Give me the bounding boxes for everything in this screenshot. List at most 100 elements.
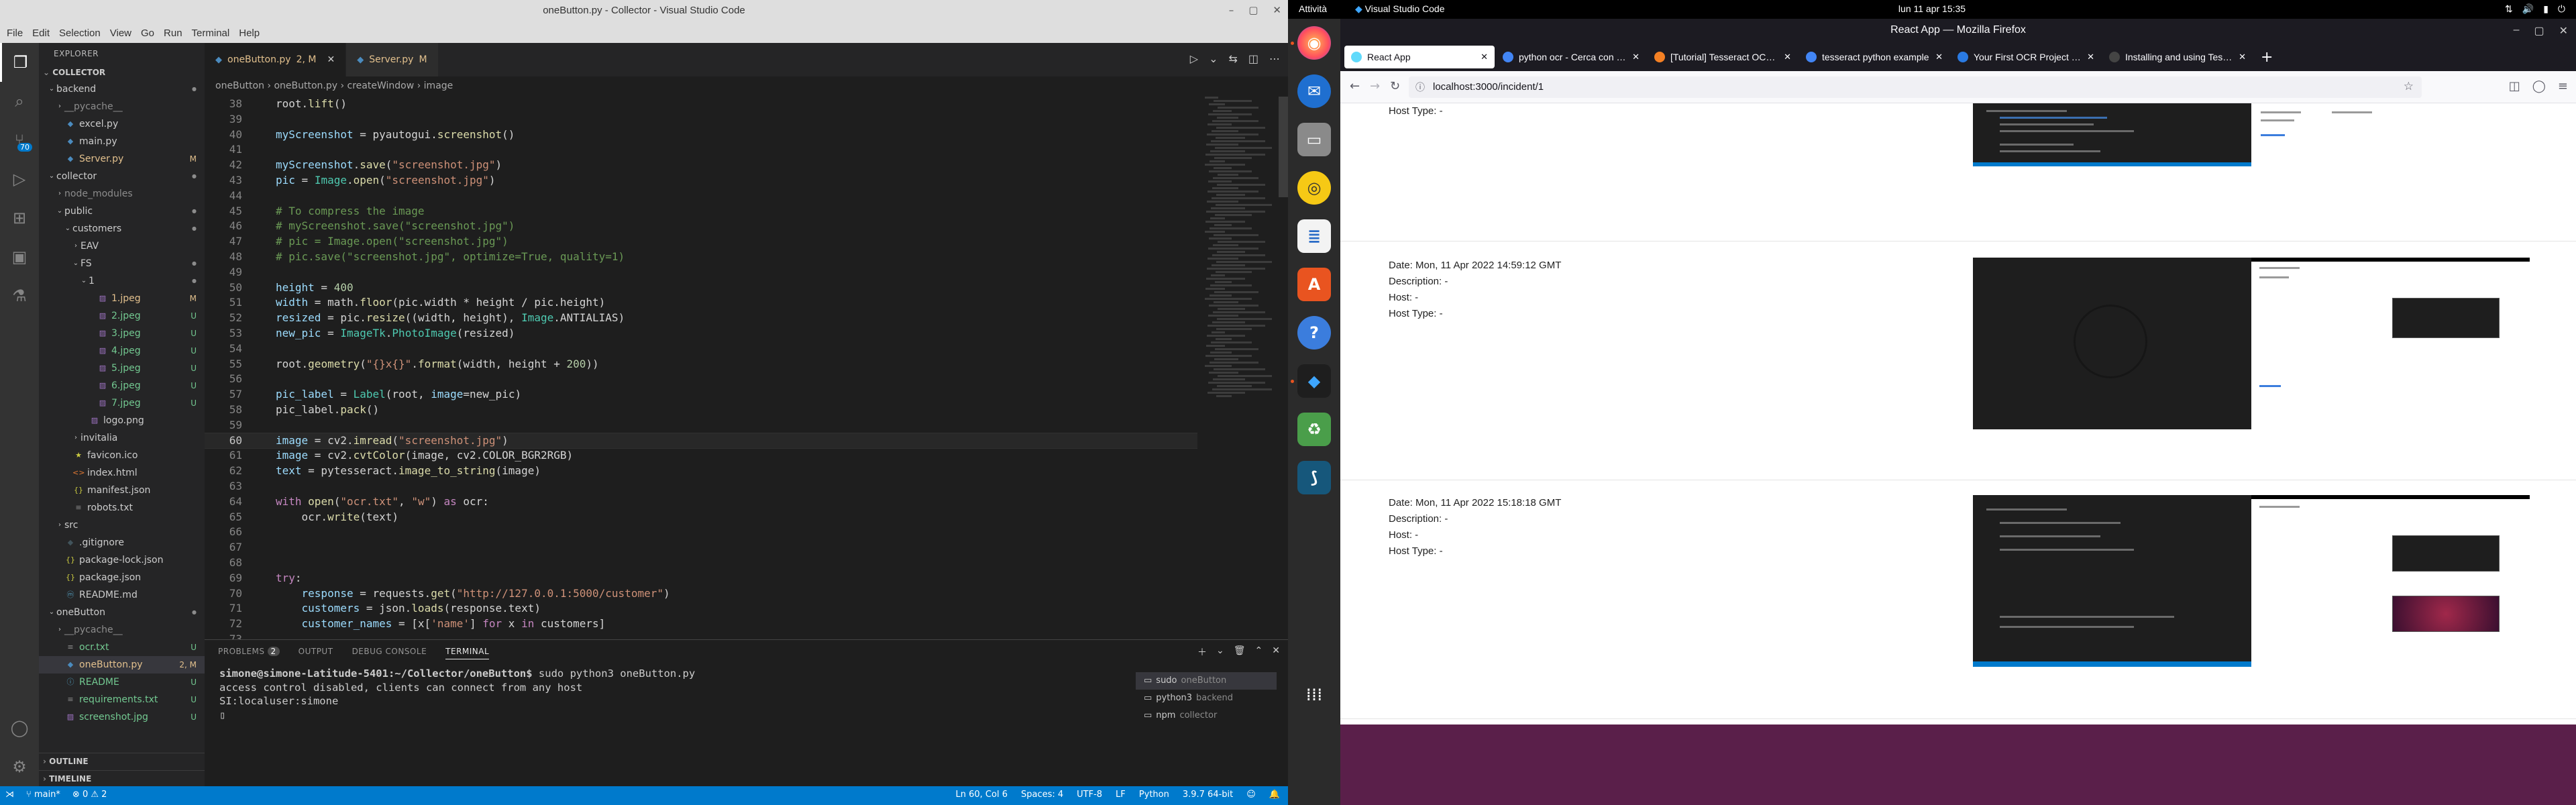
tab-terminal[interactable]: TERMINAL	[445, 647, 490, 659]
kill-terminal-icon[interactable]: 🗑	[1234, 645, 1246, 659]
explorer-icon[interactable]: ❐	[0, 43, 39, 82]
editor-tab[interactable]: ◆ Server.py M	[346, 43, 439, 76]
tree-folder[interactable]: › src	[39, 517, 205, 534]
forward-icon[interactable]: →	[1370, 79, 1380, 93]
breadcrumb-item[interactable]: image	[424, 80, 453, 91]
tree-file[interactable]: ▨ 5.jpeg U	[39, 360, 205, 377]
tree-file[interactable]: ▨ 3.jpeg U	[39, 325, 205, 342]
code-line[interactable]: 51 width = math.floor(pic.width * height …	[205, 295, 1197, 311]
pocket-icon[interactable]: ◫	[2509, 79, 2520, 93]
outline-section[interactable]: › OUTLINE	[39, 753, 205, 769]
browser-tab[interactable]: python ocr - Cerca con Google ✕	[1496, 46, 1646, 68]
tree-file[interactable]: ⓘ README U	[39, 674, 205, 691]
code-line[interactable]: 68	[205, 555, 1197, 571]
tree-folder[interactable]: ⌄ customers ●	[39, 220, 205, 237]
split-editor-icon[interactable]: ◫	[1248, 52, 1258, 65]
show-applications-icon[interactable]: ⁞⁞⁞	[1288, 676, 1340, 714]
dock-rhythmbox[interactable]: ◎	[1288, 164, 1340, 212]
code-line[interactable]: 71 customers = json.loads(response.text)	[205, 601, 1197, 616]
browser-tab[interactable]: Your First OCR Project with Python ✕	[1951, 46, 2101, 68]
site-info-icon[interactable]: ⓘ	[1415, 80, 1425, 94]
tree-file[interactable]: ⓜ README.md	[39, 586, 205, 604]
tree-folder[interactable]: ⌄ FS ●	[39, 255, 205, 272]
back-icon[interactable]: ←	[1350, 79, 1360, 93]
manage-gear-icon[interactable]: ⚙	[0, 747, 39, 786]
tree-file[interactable]: ▨ screenshot.jpg U	[39, 708, 205, 726]
tree-file[interactable]: ◆ .gitignore	[39, 534, 205, 551]
tree-file[interactable]: ▨ 2.jpeg U	[39, 307, 205, 325]
testing-icon[interactable]: ⚗	[0, 276, 39, 315]
browser-tab[interactable]: React App ✕	[1344, 46, 1495, 68]
tree-file[interactable]: {} package.json	[39, 569, 205, 586]
account-icon[interactable]: ◯	[0, 708, 39, 747]
close-icon[interactable]: ✕	[1273, 4, 1281, 16]
tree-file[interactable]: {} manifest.json	[39, 482, 205, 499]
source-control-icon[interactable]: ⑂ 70	[0, 121, 39, 160]
code-line[interactable]: 56	[205, 372, 1197, 387]
menu-go[interactable]: Go	[141, 28, 154, 39]
tab-debug-console[interactable]: DEBUG CONSOLE	[352, 647, 427, 659]
code-line[interactable]: 57 pic_label = Label(root, image=new_pic)	[205, 387, 1197, 402]
close-tab-icon[interactable]: ✕	[2087, 52, 2094, 62]
compare-icon[interactable]: ⇆	[1228, 52, 1237, 65]
tree-file[interactable]: ◆ Server.py M	[39, 150, 205, 168]
chevron-down-icon[interactable]: ⌄	[1216, 645, 1224, 659]
code-line[interactable]: 50 height = 400	[205, 280, 1197, 296]
tab-problems[interactable]: PROBLEMS 2	[218, 647, 280, 659]
reload-icon[interactable]: ↻	[1390, 79, 1400, 93]
minimap[interactable]	[1205, 97, 1279, 459]
tree-file[interactable]: ▨ 6.jpeg U	[39, 377, 205, 394]
code-line[interactable]: 60 image = cv2.imread("screenshot.jpg")	[205, 432, 1197, 449]
terminal-instance[interactable]: ▭ npm collector	[1136, 707, 1277, 724]
code-line[interactable]: 70 response = requests.get("http://127.0…	[205, 586, 1197, 602]
tree-file[interactable]: ≡ requirements.txt U	[39, 691, 205, 708]
volume-icon[interactable]: 🔊	[2522, 3, 2534, 15]
run-debug-icon[interactable]: ▷	[0, 160, 39, 199]
branch-status[interactable]: ⑂ main*	[26, 790, 60, 800]
encoding[interactable]: UTF-8	[1077, 790, 1102, 800]
tree-folder[interactable]: › __pycache__	[39, 98, 205, 115]
dock-trash[interactable]: ♻	[1288, 405, 1340, 453]
hamburger-menu-icon[interactable]: ≡	[2558, 79, 2568, 93]
cursor-position[interactable]: Ln 60, Col 6	[956, 790, 1008, 800]
battery-icon[interactable]: ▮	[2543, 3, 2548, 15]
tree-file[interactable]: ◆ excel.py	[39, 115, 205, 133]
editor-scrollbar[interactable]	[1279, 97, 1288, 197]
tree-file[interactable]: ▨ logo.png	[39, 412, 205, 429]
tree-file[interactable]: ≡ ocr.txt U	[39, 639, 205, 656]
code-line[interactable]: 65 ocr.write(text)	[205, 510, 1197, 525]
menu-edit[interactable]: Edit	[32, 28, 50, 39]
account-icon[interactable]: ◯	[2532, 79, 2546, 93]
maximize-icon[interactable]: ▢	[2534, 24, 2544, 38]
close-tab-icon[interactable]: ✕	[327, 54, 335, 65]
tree-folder[interactable]: ⌄ collector ●	[39, 168, 205, 185]
tree-file[interactable]: ▨ 1.jpeg M	[39, 290, 205, 307]
editor-tab[interactable]: ◆ oneButton.py 2, M ✕	[205, 43, 347, 76]
feedback-icon[interactable]: ☺	[1246, 790, 1256, 800]
code-line[interactable]: 49	[205, 265, 1197, 280]
menu-help[interactable]: Help	[239, 28, 260, 39]
menu-selection[interactable]: Selection	[59, 28, 101, 39]
code-line[interactable]: 59	[205, 418, 1197, 433]
menu-terminal[interactable]: Terminal	[192, 28, 230, 39]
close-panel-icon[interactable]: ✕	[1272, 645, 1280, 659]
tree-file[interactable]: ◆ oneButton.py 2, M	[39, 656, 205, 674]
search-icon[interactable]: ⌕	[0, 82, 39, 121]
close-tab-icon[interactable]: ✕	[2239, 52, 2246, 62]
code-line[interactable]: 52 resized = pic.resize((width, height), …	[205, 311, 1197, 326]
extensions-icon[interactable]: ⊞	[0, 199, 39, 237]
remote-explorer-icon[interactable]: ▣	[0, 237, 39, 276]
run-icon[interactable]: ▷	[1190, 52, 1198, 65]
tree-folder[interactable]: › invitalia	[39, 429, 205, 447]
tree-folder[interactable]: › EAV	[39, 237, 205, 255]
tree-folder[interactable]: ⌄ backend ●	[39, 80, 205, 98]
close-tab-icon[interactable]: ✕	[1935, 52, 1943, 62]
timeline-section[interactable]: › TIMELINE	[39, 770, 205, 786]
bookmark-star-icon[interactable]: ☆	[2404, 80, 2414, 93]
code-line[interactable]: 46 # myScreenshot.save("screenshot.jpg")	[205, 219, 1197, 234]
tree-file[interactable]: {} package-lock.json	[39, 551, 205, 569]
code-line[interactable]: 64 with open("ocr.txt", "w") as ocr:	[205, 494, 1197, 510]
code-line[interactable]: 54	[205, 341, 1197, 357]
tab-output[interactable]: OUTPUT	[299, 647, 333, 659]
code-line[interactable]: 48 # pic.save("screenshot.jpg", optimize=…	[205, 250, 1197, 265]
